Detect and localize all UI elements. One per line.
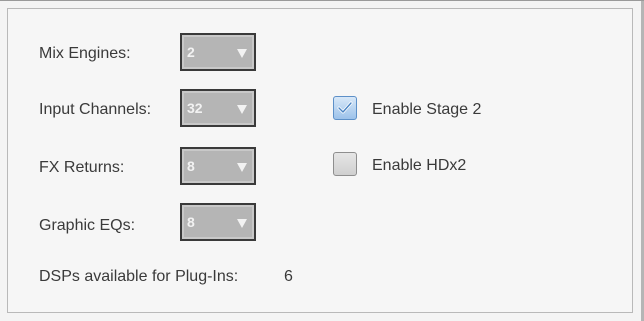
fx-returns-select[interactable]: 8 bbox=[180, 147, 256, 185]
enable-stage2-checkbox[interactable] bbox=[333, 96, 357, 120]
mix-engines-label: Mix Engines: bbox=[39, 45, 131, 62]
mix-engines-select[interactable]: 2 bbox=[180, 33, 256, 71]
input-channels-select[interactable]: 32 bbox=[180, 89, 256, 127]
graphic-eqs-label: Graphic EQs: bbox=[39, 217, 136, 234]
chevron-down-icon bbox=[237, 105, 247, 114]
engine-settings-panel: Mix Engines: 2 Input Channels: 32 FX Ret… bbox=[7, 8, 633, 313]
enable-stage2-label[interactable]: Enable Stage 2 bbox=[372, 100, 481, 120]
fx-returns-label: FX Returns: bbox=[39, 159, 125, 176]
graphic-eqs-value: 8 bbox=[187, 214, 195, 230]
dsp-available-label: DSPs available for Plug-Ins: bbox=[39, 268, 239, 285]
chevron-down-icon bbox=[237, 49, 247, 58]
chevron-down-icon bbox=[237, 219, 247, 228]
checkmark-icon bbox=[337, 101, 353, 114]
enable-hdx2-label[interactable]: Enable HDx2 bbox=[372, 156, 466, 176]
chevron-down-icon bbox=[237, 163, 247, 172]
dsp-available-value: 6 bbox=[284, 268, 293, 285]
fx-returns-value: 8 bbox=[187, 158, 195, 174]
window-frame: Mix Engines: 2 Input Channels: 32 FX Ret… bbox=[0, 0, 644, 321]
mix-engines-value: 2 bbox=[187, 44, 195, 60]
input-channels-label: Input Channels: bbox=[39, 101, 152, 118]
enable-hdx2-checkbox[interactable] bbox=[333, 152, 357, 176]
input-channels-value: 32 bbox=[187, 100, 203, 116]
graphic-eqs-select[interactable]: 8 bbox=[180, 203, 256, 241]
